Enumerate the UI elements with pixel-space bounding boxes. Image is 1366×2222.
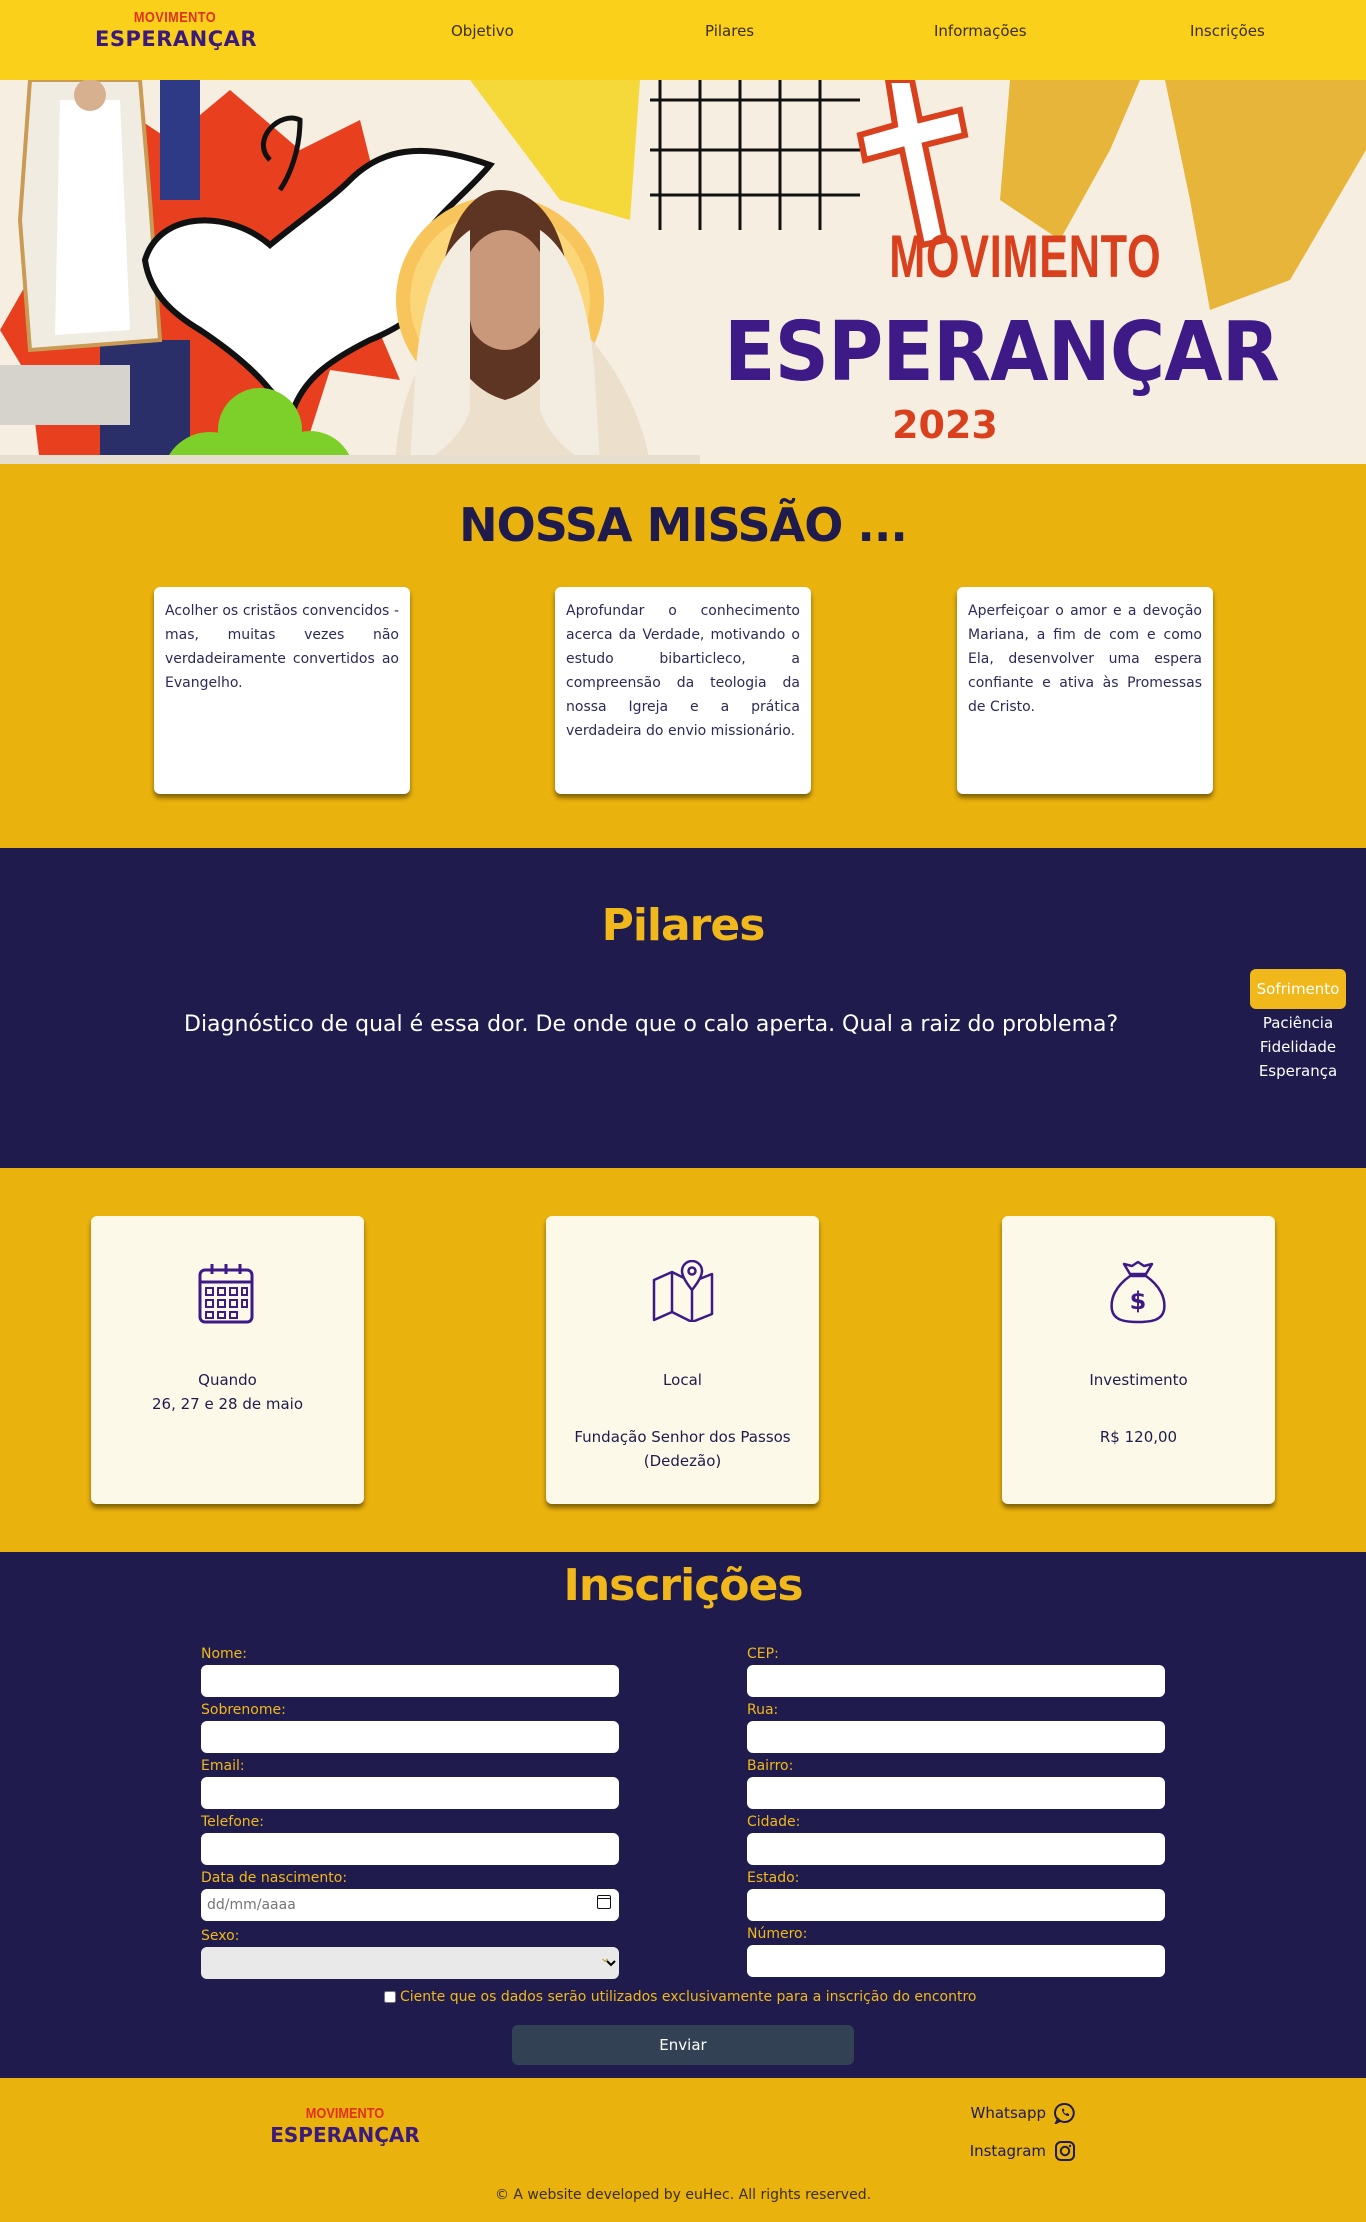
calendar-icon — [198, 1264, 254, 1324]
info-section: Quando 26, 27 e 28 de maio Local Fundaçã… — [0, 1168, 1366, 1552]
consent-label: Ciente que os dados serão utilizados exc… — [400, 1989, 977, 2005]
sobrenome-input[interactable] — [201, 1721, 619, 1753]
consent-checkbox[interactable] — [384, 1991, 396, 2003]
top-nav: MOVIMENTO ESPERANÇAR Objetivo Pilares In… — [0, 0, 1366, 80]
rua-label: Rua: — [747, 1702, 779, 1718]
cidade-input[interactable] — [747, 1833, 1165, 1865]
when-label: Quando — [198, 1371, 257, 1389]
when-value: 26, 27 e 28 de maio — [152, 1395, 303, 1413]
nav-link-objetivo[interactable]: Objetivo — [451, 22, 514, 40]
whatsapp-label: Whatsapp — [970, 2104, 1046, 2122]
where-value: Fundação Senhor dos Passos (Dedezão) — [574, 1428, 791, 1470]
pilar-tab-fidelidade[interactable]: Fidelidade — [1250, 1035, 1346, 1059]
birthdate-group: Data de nascimento: — [201, 1868, 619, 1921]
numero-group: Número: — [747, 1924, 1165, 1977]
pilares-title: Pilares — [601, 900, 766, 951]
cep-label: CEP: — [747, 1646, 779, 1662]
hero-banner: MOVIMENTO ESPERANÇAR 2023 — [0, 80, 1366, 464]
registration-section: Inscrições Nome: Sobrenome: Email: Telef… — [0, 1552, 1366, 2078]
bairro-group: Bairro: — [747, 1756, 1165, 1809]
numero-input[interactable] — [747, 1945, 1165, 1977]
info-card-when: Quando 26, 27 e 28 de maio — [91, 1216, 364, 1504]
grid-graphic — [650, 80, 860, 230]
cost-label: Investimento — [1089, 1371, 1188, 1389]
birthdate-label: Data de nascimento: — [201, 1870, 348, 1886]
instagram-icon — [1055, 2141, 1075, 2161]
pilar-tab-sofrimento[interactable]: Sofrimento — [1250, 969, 1346, 1009]
mission-section: NOSSA MISSÃO ... Acolher os cristãos con… — [0, 464, 1366, 848]
copyright-text: © A website developed by euHec. All righ… — [494, 2187, 872, 2203]
where-label: Local — [663, 1371, 702, 1389]
nome-label: Nome: — [201, 1646, 248, 1662]
rua-input[interactable] — [747, 1721, 1165, 1753]
sobrenome-label: Sobrenome: — [201, 1702, 286, 1718]
info-card-where: Local Fundação Senhor dos Passos (Dedezã… — [546, 1216, 819, 1504]
bairro-label: Bairro: — [747, 1758, 794, 1774]
estado-label: Estado: — [747, 1870, 800, 1886]
cross-graphic — [856, 80, 969, 249]
footer: MOVIMENTO ESPERANÇAR Whatsapp Instagram … — [0, 2078, 1366, 2222]
nav-link-informacoes[interactable]: Informações — [934, 22, 1027, 40]
telefone-input[interactable] — [201, 1833, 619, 1865]
sobrenome-group: Sobrenome: — [201, 1700, 619, 1753]
svg-text:$: $ — [1130, 1287, 1147, 1315]
mission-title: NOSSA MISSÃO ... — [459, 498, 908, 552]
bairro-input[interactable] — [747, 1777, 1165, 1809]
telefone-label: Telefone: — [201, 1814, 264, 1830]
whatsapp-icon — [1054, 2102, 1075, 2124]
mission-card-3: Aperfeiçoar o amor e a devoção Mariana, … — [957, 587, 1213, 794]
pilar-tab-paciencia[interactable]: Paciência — [1250, 1011, 1346, 1035]
hero-year: 2023 — [892, 403, 998, 447]
jesus-figure — [395, 190, 650, 464]
sexo-group: Sexo: ⌄ — [201, 1926, 619, 1979]
pilar-tab-esperanca[interactable]: Esperança — [1250, 1059, 1346, 1083]
pilar-description: Diagnóstico de qual é essa dor. De onde … — [184, 1012, 1119, 1037]
calendar-picker-icon[interactable] — [597, 1895, 611, 1909]
email-label: Email: — [201, 1758, 245, 1774]
cidade-group: Cidade: — [747, 1812, 1165, 1865]
info-card-cost: $ Investimento R$ 120,00 — [1002, 1216, 1275, 1504]
submit-button[interactable]: Enviar — [512, 2025, 854, 2065]
footer-logo[interactable]: MOVIMENTO ESPERANÇAR — [265, 2106, 425, 2145]
cidade-label: Cidade: — [747, 1814, 801, 1830]
instagram-label: Instagram — [969, 2142, 1046, 2160]
nav-links: Objetivo Pilares Informações Inscrições — [0, 0, 1366, 80]
cep-input[interactable] — [747, 1665, 1165, 1697]
estado-group: Estado: — [747, 1868, 1165, 1921]
money-bag-icon: $ — [1110, 1260, 1166, 1324]
mission-card-2: Aprofundar o conhecimento acerca da Verd… — [555, 587, 811, 794]
sexo-label: Sexo: — [201, 1928, 240, 1944]
map-pin-icon — [652, 1260, 714, 1322]
instagram-link[interactable]: Instagram — [970, 2140, 1076, 2162]
nav-link-inscricoes[interactable]: Inscrições — [1190, 22, 1265, 40]
nome-input[interactable] — [201, 1665, 619, 1697]
consent-row: Ciente que os dados serão utilizados exc… — [384, 1989, 977, 2005]
registration-title: Inscrições — [563, 1560, 803, 1611]
pilares-section: Pilares Diagnóstico de qual é essa dor. … — [0, 848, 1366, 1168]
numero-label: Número: — [747, 1926, 808, 1942]
footer-logo-top: MOVIMENTO — [305, 2105, 385, 2122]
email-group: Email: — [201, 1756, 619, 1809]
nav-link-pilares[interactable]: Pilares — [705, 22, 754, 40]
mission-card-1: Acolher os cristãos convencidos - mas, m… — [154, 587, 410, 794]
nome-group: Nome: — [201, 1644, 619, 1697]
cep-group: CEP: — [747, 1644, 1165, 1697]
rua-group: Rua: — [747, 1700, 1165, 1753]
cost-value: R$ 120,00 — [1099, 1428, 1178, 1446]
telefone-group: Telefone: — [201, 1812, 619, 1865]
sexo-select[interactable] — [201, 1947, 619, 1979]
birthdate-input[interactable] — [201, 1889, 619, 1921]
hero-title-top: MOVIMENTO — [889, 223, 1162, 290]
hero-title-main: ESPERANÇAR — [724, 305, 1280, 400]
whatsapp-link[interactable]: Whatsapp — [971, 2102, 1076, 2124]
estado-input[interactable] — [747, 1889, 1165, 1921]
footer-logo-bottom: ESPERANÇAR — [270, 2123, 420, 2147]
pilar-tabs: Sofrimento Paciência Fidelidade Esperanç… — [1250, 969, 1346, 1083]
chevron-down-icon: ⌄ — [599, 1950, 611, 1966]
email-input[interactable] — [201, 1777, 619, 1809]
